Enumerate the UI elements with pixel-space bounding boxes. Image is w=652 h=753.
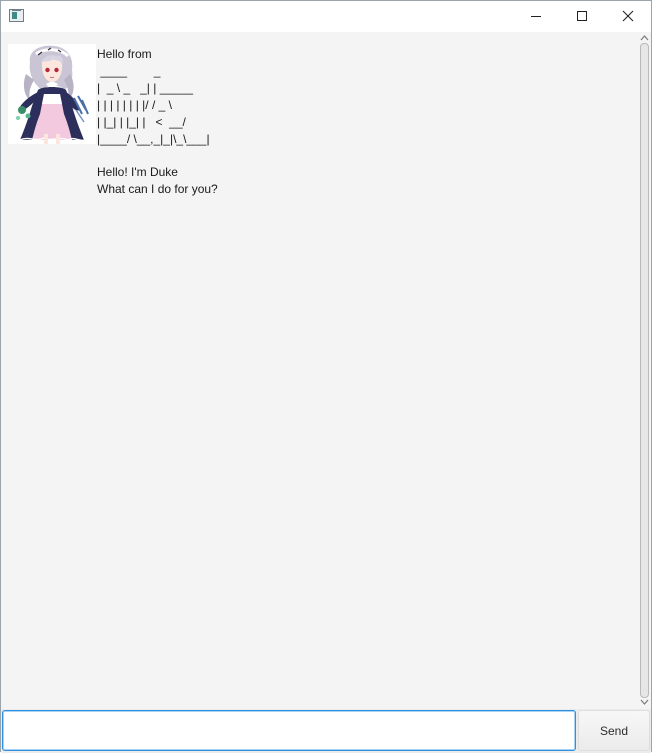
greeting-text: Hello from (97, 47, 152, 61)
chat-scroll-pane[interactable]: Hello from ____ _ | _ \ _ _| | _____ | |… (1, 32, 638, 709)
scroll-down-icon[interactable] (640, 698, 649, 706)
logo-line: | _ \ _ _| | _____ (97, 80, 197, 95)
close-icon (622, 10, 634, 22)
logo-line: | |_| | |_| | < __/ (97, 114, 186, 129)
message-input[interactable] (2, 710, 576, 751)
scroll-up-icon[interactable] (640, 34, 649, 42)
input-row: Send (1, 709, 651, 753)
close-button[interactable] (605, 1, 651, 31)
intro-text: Hello! I'm Duke (97, 165, 178, 180)
logo-line: |____/ \__,_|_|\_\___| (97, 131, 210, 146)
title-bar[interactable] (1, 1, 651, 32)
maximize-button[interactable] (559, 1, 605, 31)
vertical-scrollbar[interactable] (638, 32, 651, 709)
minimize-button[interactable] (513, 1, 559, 31)
minimize-icon (531, 16, 541, 17)
duke-message: Hello from ____ _ | _ \ _ _| | _____ | |… (97, 46, 597, 198)
logo-line: ____ _ (97, 63, 188, 78)
character-avatar (8, 44, 96, 144)
send-button[interactable]: Send (578, 710, 650, 751)
logo-line: | | | | | | | |/ / _ \ (97, 97, 172, 112)
scroll-thumb[interactable] (640, 43, 649, 698)
app-icon (9, 9, 24, 22)
maximize-icon (577, 11, 587, 21)
app-window: Hello from ____ _ | _ \ _ _| | _____ | |… (0, 0, 652, 753)
prompt-text: What can I do for you? (97, 182, 218, 197)
